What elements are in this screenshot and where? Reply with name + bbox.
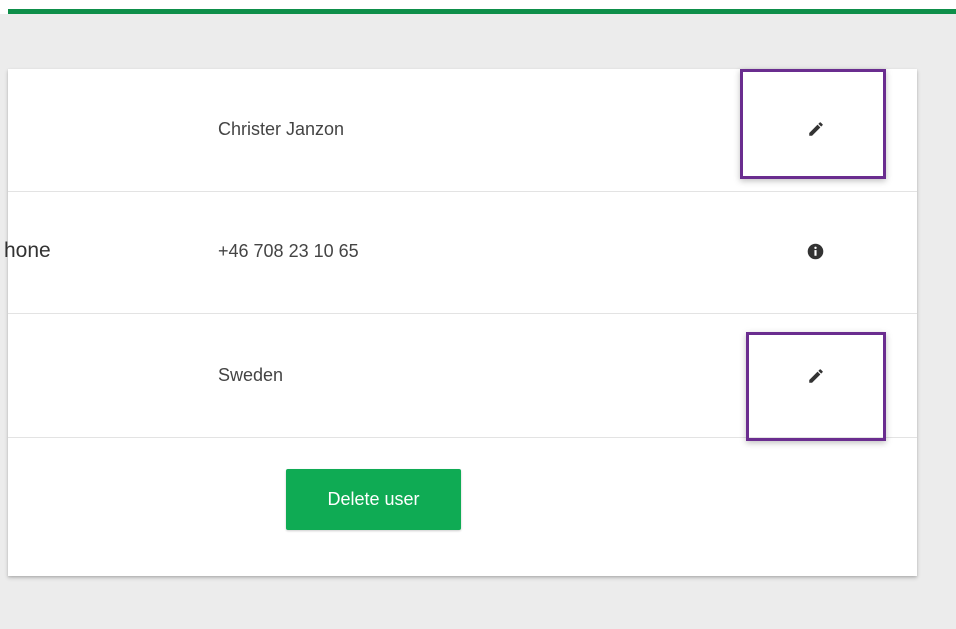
phone-info-button[interactable] (795, 231, 835, 271)
phone-label: hone (4, 239, 51, 262)
delete-user-button[interactable]: Delete user (286, 469, 461, 530)
info-icon (807, 243, 823, 259)
user-details-card: Christer Janzon hone +46 708 23 10 65 Sw… (4, 69, 917, 576)
top-accent-line (8, 9, 956, 14)
pencil-icon (809, 369, 823, 383)
country-value: Sweden (218, 365, 284, 385)
detail-row-phone: hone +46 708 23 10 65 (4, 192, 917, 314)
edit-country-button[interactable] (796, 356, 836, 396)
name-value: Christer Janzon (218, 119, 345, 139)
detail-row-name: Christer Janzon (8, 69, 917, 192)
pencil-icon (809, 122, 823, 136)
edit-name-button[interactable] (796, 109, 836, 149)
top-bar (0, 0, 956, 14)
detail-row-country: Sweden (8, 314, 917, 438)
phone-value: +46 708 23 10 65 (218, 241, 359, 261)
